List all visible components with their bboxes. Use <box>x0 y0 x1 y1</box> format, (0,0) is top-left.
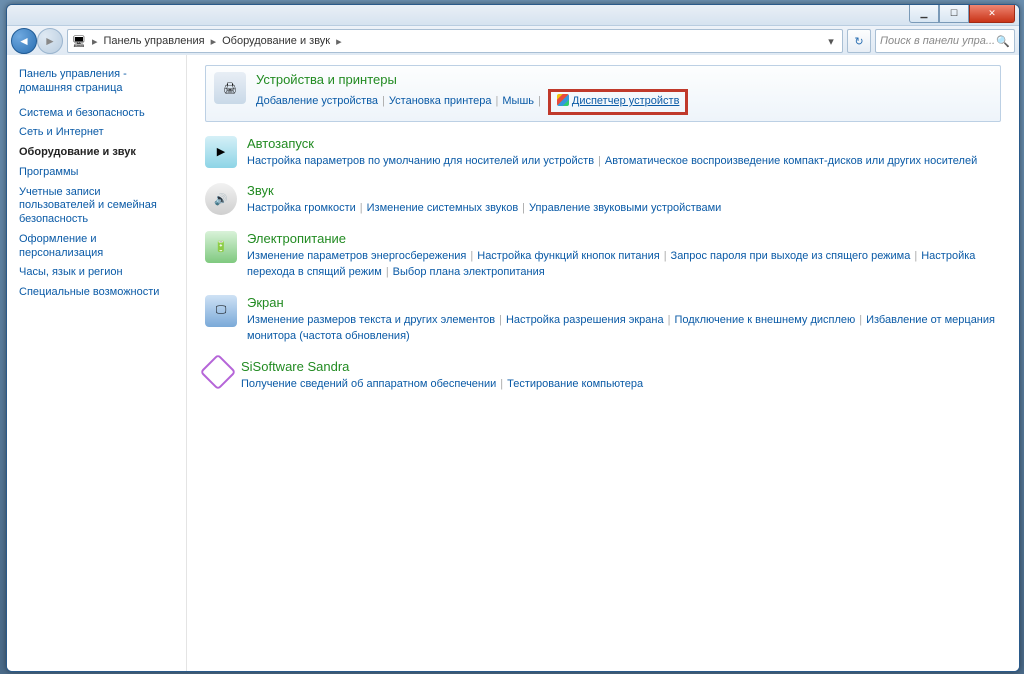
task-link[interactable]: Настройка громкости <box>247 202 356 214</box>
task-link[interactable]: Автоматическое воспроизведение компакт-д… <box>605 155 977 167</box>
search-input[interactable]: Поиск в панели упра... 🔍 <box>875 29 1015 53</box>
task-link[interactable]: Настройка параметров по умолчанию для но… <box>247 155 594 167</box>
category-title[interactable]: SiSoftware Sandra <box>241 359 1001 374</box>
sidebar-item[interactable]: Система и безопасность <box>19 104 174 124</box>
task-link[interactable]: Подключение к внешнему дисплею <box>674 314 855 326</box>
task-link-device-manager[interactable]: Диспетчер устройств <box>572 95 680 107</box>
task-link[interactable]: Управление звуковыми устройствами <box>529 202 721 214</box>
chevron-right-icon[interactable]: ▸ <box>209 35 219 48</box>
sidebar-item[interactable]: Сеть и Интернет <box>19 123 174 143</box>
task-link[interactable]: Установка принтера <box>389 95 492 107</box>
sidebar-home-link[interactable]: Панель управления - домашняя страница <box>19 65 174 104</box>
task-link[interactable]: Добавление устройства <box>256 95 378 107</box>
shield-icon <box>557 94 569 106</box>
breadcrumb-section[interactable]: Оборудование и звук <box>222 35 330 47</box>
titlebar[interactable]: ▁ ☐ ✕ <box>7 5 1019 26</box>
sidebar-item[interactable]: Учетные записи пользователей и семейная … <box>19 183 174 230</box>
close-button[interactable]: ✕ <box>969 4 1015 23</box>
sidebar-item[interactable]: Оформление и персонализация <box>19 230 174 264</box>
category: 🔋 Электропитание Изменение параметров энер… <box>205 231 1001 281</box>
maximize-button[interactable]: ☐ <box>939 4 969 23</box>
category: ▶ Автозапуск Настройка параметров по умолч… <box>205 136 1001 170</box>
task-link[interactable]: Изменение системных звуков <box>367 202 519 214</box>
task-list: Изменение параметров энергосбережения|На… <box>247 248 1001 281</box>
category-title[interactable]: Устройства и принтеры <box>256 72 992 87</box>
control-panel-icon: 🖥 <box>72 35 86 48</box>
category-title[interactable]: Экран <box>247 295 1001 310</box>
task-link[interactable]: Запрос пароля при выходе из спящего режи… <box>671 250 911 262</box>
category-title[interactable]: Электропитание <box>247 231 1001 246</box>
task-list: Изменение размеров текста и других элеме… <box>247 312 1001 345</box>
task-link[interactable]: Настройка разрешения экрана <box>506 314 664 326</box>
sidebar: Панель управления - домашняя страница Си… <box>7 55 187 671</box>
content-area: 🖨 Устройства и принтеры Добавление устройс… <box>187 55 1019 671</box>
refresh-button[interactable]: ↻ <box>847 29 871 53</box>
category: 🖵 Экран Изменение размеров текста и других… <box>205 295 1001 345</box>
highlighted-task: Диспетчер устройств <box>548 89 689 115</box>
chevron-right-icon[interactable]: ▸ <box>90 35 100 48</box>
task-link[interactable]: Изменение размеров текста и других элеме… <box>247 314 495 326</box>
address-dropdown[interactable]: ▾ <box>824 35 838 48</box>
auto-icon: ▶ <box>205 136 237 168</box>
task-list: Добавление устройства|Установка принтера… <box>256 89 992 115</box>
category-title[interactable]: Автозапуск <box>247 136 1001 151</box>
navbar: ◄ ► 🖥 ▸ Панель управления ▸ Оборудование… <box>7 26 1019 57</box>
task-link[interactable]: Выбор плана электропитания <box>393 266 545 278</box>
search-placeholder: Поиск в панели упра... <box>880 35 995 47</box>
category: 🔊 Звук Настройка громкости|Изменение систе… <box>205 183 1001 217</box>
power-icon: 🔋 <box>205 231 237 263</box>
task-link[interactable]: Получение сведений об аппаратном обеспеч… <box>241 378 496 390</box>
sandra-icon <box>200 353 237 390</box>
sidebar-item[interactable]: Оборудование и звук <box>19 143 174 163</box>
task-link[interactable]: Тестирование компьютера <box>507 378 643 390</box>
screen-icon: 🖵 <box>205 295 237 327</box>
printer-icon: 🖨 <box>214 72 246 104</box>
task-link[interactable]: Мышь <box>502 95 534 107</box>
sidebar-item[interactable]: Часы, язык и регион <box>19 263 174 283</box>
task-list: Получение сведений об аппаратном обеспеч… <box>241 376 1001 393</box>
task-list: Настройка громкости|Изменение системных … <box>247 200 1001 217</box>
sound-icon: 🔊 <box>205 183 237 215</box>
task-list: Настройка параметров по умолчанию для но… <box>247 153 1001 170</box>
category: SiSoftware Sandra Получение сведений об а… <box>205 359 1001 393</box>
forward-button[interactable]: ► <box>37 28 63 54</box>
chevron-right-icon[interactable]: ▸ <box>334 35 344 48</box>
back-button[interactable]: ◄ <box>11 28 37 54</box>
control-panel-window: ▁ ☐ ✕ ◄ ► 🖥 ▸ Панель управления ▸ Оборуд… <box>6 4 1020 672</box>
minimize-button[interactable]: ▁ <box>909 4 939 23</box>
category: 🖨 Устройства и принтеры Добавление устройс… <box>214 72 992 115</box>
task-link[interactable]: Изменение параметров энергосбережения <box>247 250 466 262</box>
breadcrumb-root[interactable]: Панель управления <box>104 35 205 47</box>
search-icon[interactable]: 🔍 <box>996 35 1010 48</box>
sidebar-item[interactable]: Программы <box>19 163 174 183</box>
address-bar[interactable]: 🖥 ▸ Панель управления ▸ Оборудование и з… <box>67 29 843 53</box>
task-link[interactable]: Настройка функций кнопок питания <box>477 250 659 262</box>
category-title[interactable]: Звук <box>247 183 1001 198</box>
sidebar-item[interactable]: Специальные возможности <box>19 283 174 303</box>
